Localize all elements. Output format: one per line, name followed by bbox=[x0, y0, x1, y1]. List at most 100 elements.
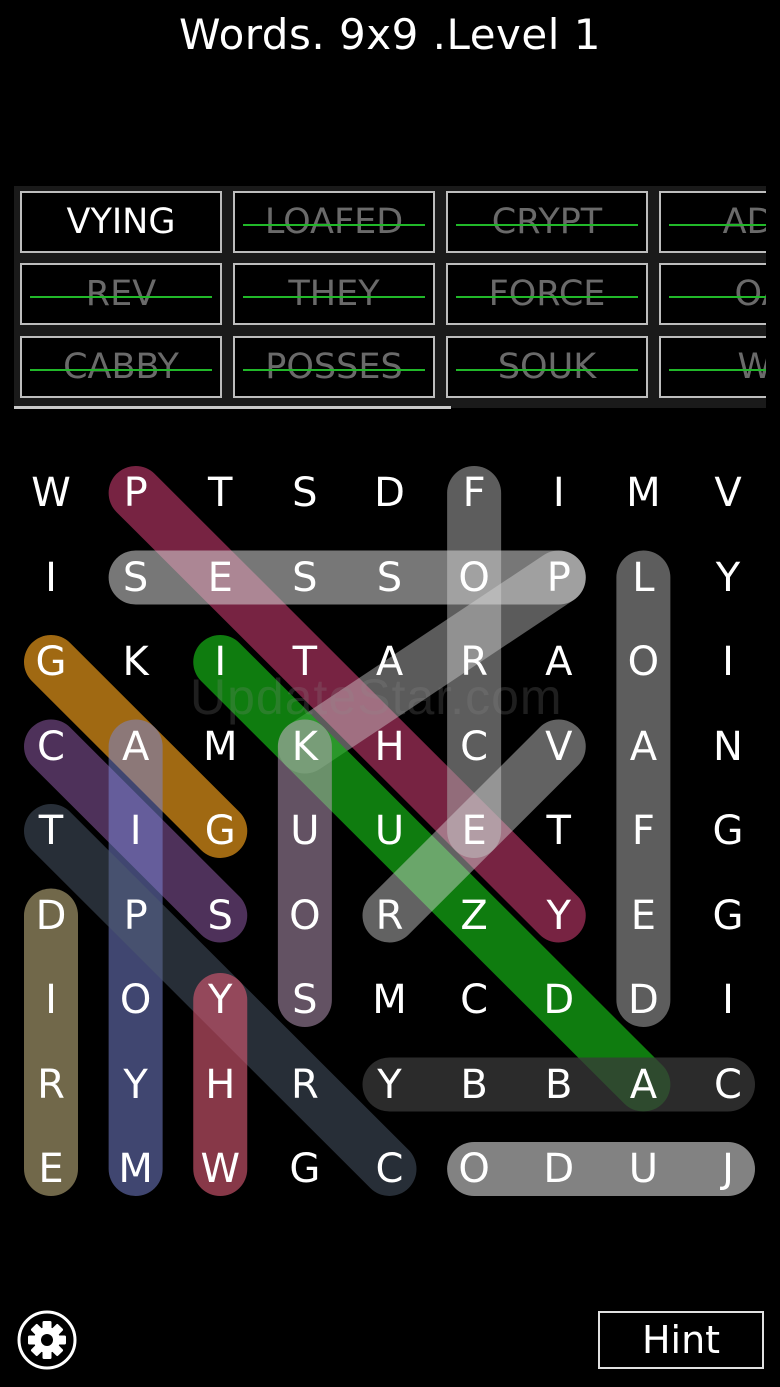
grid-cell[interactable]: F bbox=[432, 451, 516, 535]
grid-cell[interactable]: M bbox=[178, 705, 262, 789]
grid-cell[interactable]: S bbox=[263, 536, 347, 620]
grid-cell[interactable]: I bbox=[9, 958, 93, 1042]
word-label: OA bbox=[734, 274, 766, 314]
grid-cell[interactable]: Y bbox=[686, 536, 770, 620]
grid-cell[interactable]: Y bbox=[94, 1043, 178, 1127]
word-label: VYING bbox=[66, 202, 176, 242]
grid-cell[interactable]: C bbox=[9, 705, 93, 789]
grid-cell[interactable]: B bbox=[432, 1043, 516, 1127]
grid-cell[interactable]: D bbox=[9, 874, 93, 958]
grid-cell[interactable]: K bbox=[263, 705, 347, 789]
grid-cell[interactable]: S bbox=[348, 536, 432, 620]
grid-cell[interactable]: G bbox=[263, 1127, 347, 1211]
word-item-cabby: CABBY bbox=[20, 336, 222, 398]
grid-cell[interactable]: I bbox=[686, 958, 770, 1042]
grid-cell[interactable]: T bbox=[178, 451, 262, 535]
grid-cell[interactable]: O bbox=[94, 958, 178, 1042]
grid-cell[interactable]: P bbox=[94, 451, 178, 535]
word-bank-scroll-indicator bbox=[14, 406, 451, 409]
grid-cell[interactable]: G bbox=[9, 620, 93, 704]
grid-cell[interactable]: R bbox=[263, 1043, 347, 1127]
grid-cell[interactable]: Y bbox=[348, 1043, 432, 1127]
grid-cell[interactable]: W bbox=[178, 1127, 262, 1211]
strike-line bbox=[243, 296, 425, 298]
grid-cell[interactable]: O bbox=[432, 536, 516, 620]
grid-cell[interactable]: S bbox=[263, 958, 347, 1042]
settings-button[interactable] bbox=[17, 1310, 77, 1370]
grid-cell[interactable]: Y bbox=[517, 874, 601, 958]
grid-cell[interactable]: C bbox=[348, 1127, 432, 1211]
word-bank[interactable]: VYING LOAFED CRYPT ADZ REV THEY FORCE OA CABBY PO… bbox=[14, 186, 766, 408]
grid-cell[interactable]: D bbox=[517, 958, 601, 1042]
grid-cell[interactable]: I bbox=[517, 451, 601, 535]
grid-cell[interactable]: R bbox=[348, 874, 432, 958]
grid-cell[interactable]: W bbox=[9, 451, 93, 535]
hint-button[interactable]: Hint bbox=[598, 1311, 764, 1369]
grid-cell[interactable]: N bbox=[686, 705, 770, 789]
grid-cell[interactable]: S bbox=[263, 451, 347, 535]
letter-grid[interactable]: WPTSDFIMVISESSOPLYGKITARAOICAMKHCVANTIGU… bbox=[0, 450, 780, 1215]
gear-icon bbox=[17, 1310, 77, 1370]
grid-cell[interactable]: S bbox=[178, 874, 262, 958]
grid-cell[interactable]: T bbox=[517, 789, 601, 873]
grid-cell[interactable]: G bbox=[686, 874, 770, 958]
grid-cell[interactable]: R bbox=[9, 1043, 93, 1127]
grid-cell[interactable]: S bbox=[94, 536, 178, 620]
grid-cell[interactable]: T bbox=[263, 620, 347, 704]
word-label: SOUK bbox=[497, 347, 597, 387]
grid-cell[interactable]: O bbox=[263, 874, 347, 958]
grid-cell[interactable]: P bbox=[517, 536, 601, 620]
grid-cell[interactable]: M bbox=[94, 1127, 178, 1211]
grid-cell[interactable]: I bbox=[94, 789, 178, 873]
grid-cell[interactable]: V bbox=[517, 705, 601, 789]
grid-cell[interactable]: J bbox=[686, 1127, 770, 1211]
grid-cell[interactable]: E bbox=[601, 874, 685, 958]
strike-line bbox=[456, 369, 638, 371]
grid-cell[interactable]: F bbox=[601, 789, 685, 873]
grid-cell[interactable]: C bbox=[432, 705, 516, 789]
word-item-loafed: LOAFED bbox=[233, 191, 435, 253]
grid-cell[interactable]: O bbox=[432, 1127, 516, 1211]
grid-cell[interactable]: U bbox=[601, 1127, 685, 1211]
grid-cell[interactable]: G bbox=[686, 789, 770, 873]
grid-cell[interactable]: E bbox=[432, 789, 516, 873]
word-label: FORCE bbox=[488, 274, 606, 314]
grid-cell[interactable]: D bbox=[348, 451, 432, 535]
word-label: CRYPT bbox=[491, 202, 603, 242]
grid-cell[interactable]: C bbox=[686, 1043, 770, 1127]
grid-cell[interactable]: R bbox=[432, 620, 516, 704]
word-label: REV bbox=[85, 274, 157, 314]
grid-cell[interactable]: G bbox=[178, 789, 262, 873]
grid-cell[interactable]: V bbox=[686, 451, 770, 535]
grid-cell[interactable]: U bbox=[348, 789, 432, 873]
grid-cell[interactable]: P bbox=[94, 874, 178, 958]
grid-cell[interactable]: U bbox=[263, 789, 347, 873]
word-item-adz: ADZ bbox=[659, 191, 766, 253]
grid-cell[interactable]: A bbox=[348, 620, 432, 704]
grid-cell[interactable]: L bbox=[601, 536, 685, 620]
grid-cell[interactable]: Y bbox=[178, 958, 262, 1042]
grid-cell[interactable]: Z bbox=[432, 874, 516, 958]
grid-cell[interactable]: M bbox=[348, 958, 432, 1042]
grid-cell[interactable]: K bbox=[94, 620, 178, 704]
grid-cell[interactable]: E bbox=[9, 1127, 93, 1211]
grid-cell[interactable]: D bbox=[601, 958, 685, 1042]
grid-cell[interactable]: E bbox=[178, 536, 262, 620]
grid-cell[interactable]: A bbox=[601, 705, 685, 789]
grid-cell[interactable]: C bbox=[432, 958, 516, 1042]
grid-cell[interactable]: D bbox=[517, 1127, 601, 1211]
strike-line bbox=[243, 369, 425, 371]
grid-cell[interactable]: H bbox=[178, 1043, 262, 1127]
grid-cell[interactable]: H bbox=[348, 705, 432, 789]
grid-cell[interactable]: T bbox=[9, 789, 93, 873]
grid-cell[interactable]: A bbox=[517, 620, 601, 704]
grid-cell[interactable]: O bbox=[601, 620, 685, 704]
grid-cell[interactable]: A bbox=[601, 1043, 685, 1127]
grid-cell[interactable]: I bbox=[9, 536, 93, 620]
grid-cell[interactable]: B bbox=[517, 1043, 601, 1127]
grid-cell[interactable]: M bbox=[601, 451, 685, 535]
grid-cell[interactable]: I bbox=[686, 620, 770, 704]
grid-cell[interactable]: I bbox=[178, 620, 262, 704]
grid-cell[interactable]: A bbox=[94, 705, 178, 789]
word-label: WI bbox=[738, 347, 766, 387]
